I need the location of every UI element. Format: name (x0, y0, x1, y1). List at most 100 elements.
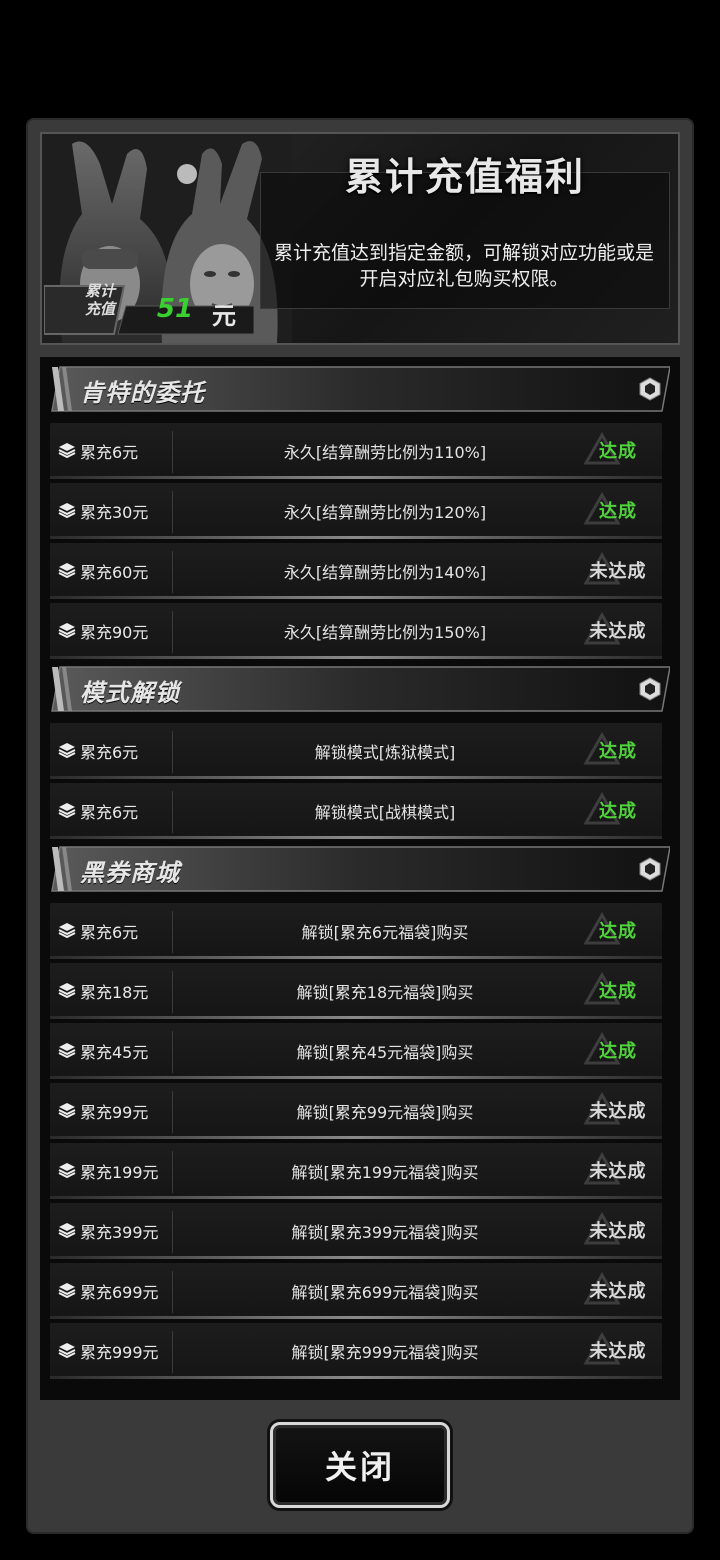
row-underline (50, 1256, 662, 1259)
row-divider (172, 551, 173, 593)
row-divider (172, 1031, 173, 1073)
benefit-row: 累充18元 解锁[累充18元福袋]购买 达成 (50, 963, 662, 1019)
reward-description: 永久[结算酬劳比例为140%] (283, 563, 487, 582)
layers-icon (58, 1223, 76, 1239)
hexagon-icon (639, 857, 661, 881)
hexagon-icon (639, 377, 661, 401)
row-underline (50, 1316, 662, 1319)
benefit-row: 累充60元 永久[结算酬劳比例为140%] 未达成 (50, 543, 662, 599)
reward-description: 解锁模式[战棋模式] (314, 803, 456, 822)
reward-description: 解锁[累充399元福袋]购买 (291, 1223, 479, 1242)
recharge-threshold: 累充699元 (80, 1283, 159, 1302)
status-badge: 未达成 (589, 621, 647, 642)
row-divider (172, 971, 173, 1013)
status-badge: 未达成 (589, 1281, 647, 1302)
status-badge: 达成 (599, 801, 637, 822)
row-divider (172, 911, 173, 953)
benefit-row: 累充199元 解锁[累充199元福袋]购买 未达成 (50, 1143, 662, 1199)
section-header: 肯特的委托 (50, 365, 670, 413)
row-divider (172, 1151, 173, 1193)
row-divider (172, 1091, 173, 1133)
layers-icon (58, 803, 76, 819)
layers-icon (58, 923, 76, 939)
layers-icon (58, 1043, 76, 1059)
benefit-row: 累充99元 解锁[累充99元福袋]购买 未达成 (50, 1083, 662, 1139)
recharge-threshold: 累充999元 (80, 1343, 159, 1362)
row-underline (50, 1136, 662, 1139)
row-divider (172, 1271, 173, 1313)
benefit-row: 累充45元 解锁[累充45元福袋]购买 达成 (50, 1023, 662, 1079)
status-badge: 未达成 (589, 1221, 647, 1242)
layers-icon (58, 1103, 76, 1119)
reward-description: 解锁[累充699元福袋]购买 (291, 1283, 479, 1302)
total-recharge-label: 累计 充值 (84, 282, 115, 318)
reward-description: 解锁[累充199元福袋]购买 (291, 1163, 479, 1182)
row-divider (172, 1331, 173, 1373)
status-badge: 达成 (599, 441, 637, 462)
benefit-row: 累充999元 解锁[累充999元福袋]购买 未达成 (50, 1323, 662, 1379)
status-badge: 达成 (599, 981, 637, 1002)
benefit-row: 累充399元 解锁[累充399元福袋]购买 未达成 (50, 1203, 662, 1259)
benefit-row: 累充6元 解锁模式[战棋模式] 达成 (50, 783, 662, 839)
recharge-threshold: 累充30元 (80, 503, 149, 522)
reward-description: 解锁[累充18元福袋]购买 (296, 983, 474, 1002)
status-badge: 未达成 (589, 561, 647, 582)
row-divider (172, 611, 173, 653)
layers-icon (58, 1343, 76, 1359)
description-text: 累计充值达到指定金额，可解锁对应功能或是 开启对应礼包购买权限。 (273, 242, 654, 290)
benefit-row: 累充6元 解锁模式[炼狱模式] 达成 (50, 723, 662, 779)
section-header: 黑券商城 (50, 845, 670, 893)
section-title: 肯特的委托 (80, 379, 205, 407)
status-badge: 未达成 (589, 1101, 647, 1122)
reward-description: 永久[结算酬劳比例为110%] (283, 443, 487, 462)
layers-icon (58, 563, 76, 579)
layers-icon (58, 503, 76, 519)
benefit-row: 累充6元 永久[结算酬劳比例为110%] 达成 (50, 423, 662, 479)
hexagon-icon (639, 677, 661, 701)
recharge-threshold: 累充6元 (80, 743, 139, 762)
layers-icon (58, 1283, 76, 1299)
close-button[interactable]: 关闭 (270, 1422, 450, 1508)
benefit-row: 累充6元 解锁[累充6元福袋]购买 达成 (50, 903, 662, 959)
layers-icon (58, 623, 76, 639)
recharge-threshold: 累充18元 (80, 983, 149, 1002)
section-title: 模式解锁 (80, 679, 180, 707)
status-badge: 达成 (599, 1041, 637, 1062)
benefit-row: 累充699元 解锁[累充699元福袋]购买 未达成 (50, 1263, 662, 1319)
recharge-threshold: 累充45元 (80, 1043, 149, 1062)
row-divider (172, 791, 173, 833)
recharge-threshold: 累充6元 (80, 803, 139, 822)
recharge-threshold: 累充6元 (80, 443, 139, 462)
recharge-threshold: 累充99元 (80, 1103, 149, 1122)
row-underline (50, 1016, 662, 1019)
reward-description: 永久[结算酬劳比例为150%] (283, 623, 487, 642)
recharge-threshold: 累充399元 (80, 1223, 159, 1242)
layers-icon (58, 443, 76, 459)
row-underline (50, 1076, 662, 1079)
benefit-row: 累充90元 永久[结算酬劳比例为150%] 未达成 (50, 603, 662, 659)
row-underline (50, 956, 662, 959)
total-recharge-unit: 元 (212, 302, 236, 330)
row-underline (50, 1376, 662, 1379)
row-underline (50, 1196, 662, 1199)
page-title: 累计充值福利 (344, 155, 585, 199)
reward-description: 解锁[累充999元福袋]购买 (291, 1343, 479, 1362)
row-divider (172, 1211, 173, 1253)
reward-description: 解锁模式[炼狱模式] (314, 743, 456, 762)
status-badge: 未达成 (589, 1161, 647, 1182)
recharge-threshold: 累充90元 (80, 623, 149, 642)
layers-icon (58, 983, 76, 999)
row-divider (172, 491, 173, 533)
row-divider (172, 731, 173, 773)
status-badge: 未达成 (589, 1341, 647, 1362)
layers-icon (58, 743, 76, 759)
status-badge: 达成 (599, 501, 637, 522)
reward-description: 解锁[累充45元福袋]购买 (296, 1043, 474, 1062)
section-header: 模式解锁 (50, 665, 670, 713)
total-recharge-value: 51 (156, 294, 194, 324)
reward-description: 永久[结算酬劳比例为120%] (283, 503, 487, 522)
row-underline (50, 656, 662, 659)
status-badge: 达成 (599, 741, 637, 762)
recharge-threshold: 累充6元 (80, 923, 139, 942)
benefit-list[interactable]: 肯特的委托 累充6元 永久[结算酬劳比例为110%] 达成 累充30元 永久[结算酬劳比例… (40, 357, 680, 1400)
